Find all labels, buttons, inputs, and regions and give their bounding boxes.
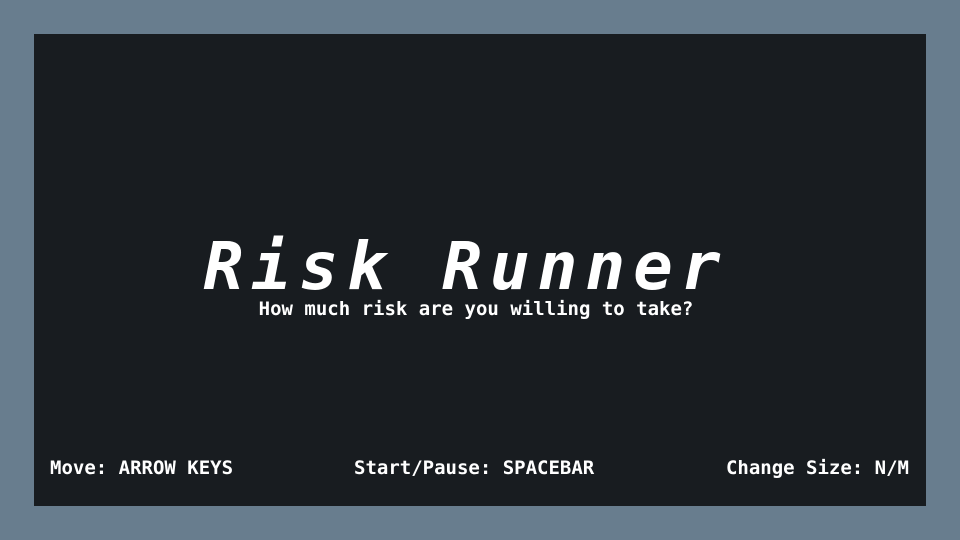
change-size-controls-hint: Change Size: N/M	[725, 457, 909, 479]
game-subtitle: How much risk are you willing to take?	[258, 298, 694, 320]
game-title: Risk Runner	[203, 228, 729, 305]
move-controls-hint: Move: ARROW KEYS	[50, 457, 234, 479]
game-canvas[interactable]: Risk Runner How much risk are you willin…	[34, 34, 926, 506]
start-pause-controls-hint: Start/Pause: SPACEBAR	[354, 457, 595, 479]
